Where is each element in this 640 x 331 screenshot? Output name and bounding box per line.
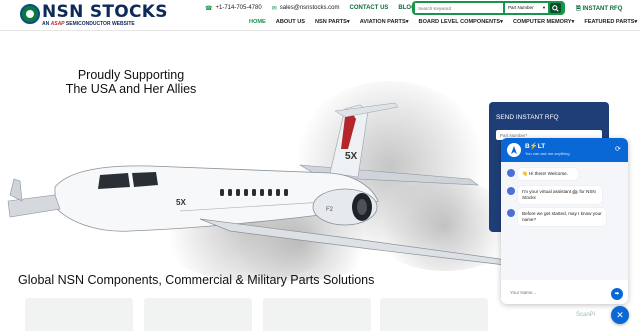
chat-messages: 👋 Hi there! Welcome. I'm your virtual as…: [501, 162, 628, 280]
nav-item-aviation-parts[interactable]: AVIATION PARTS▾: [355, 19, 414, 29]
chat-message-text: Before we get started, may I know your n…: [518, 208, 606, 226]
nsn-stocks-logo[interactable]: NSN STOCKS AN ASAP SEMICONDUCTOR WEBSITE: [20, 2, 168, 28]
chat-message-text: I'm your virtual assistant 🤖 for NSN Sto…: [518, 186, 602, 204]
rfq-panel-title: SEND INSTANT RFQ: [496, 114, 559, 121]
site-header: NSN STOCKS AN ASAP SEMICONDUCTOR WEBSITE…: [0, 0, 640, 30]
logo-globe-icon: [20, 4, 40, 24]
search-bar: Part Number ▼: [412, 1, 565, 15]
product-card[interactable]: [263, 298, 371, 331]
chat-message-text: 👋 Hi there! Welcome.: [518, 168, 578, 180]
chat-subtitle: You can ask me anything: [525, 151, 570, 156]
asap-brand: ASAP: [50, 21, 65, 27]
mail-icon: ✉: [271, 5, 277, 12]
instant-rfq-link[interactable]: 🗎 INSTANT RFQ: [576, 4, 622, 14]
document-icon: 🗎: [576, 6, 581, 12]
product-card[interactable]: [144, 298, 252, 331]
top-contact-bar: ☎ +1-714-705-4780 ✉ sales@nsnstocks.com …: [205, 3, 416, 13]
tail-marking: 5X: [345, 151, 358, 162]
nose-marking: 5X: [176, 198, 186, 207]
chat-close-button[interactable]: ✕: [611, 306, 629, 324]
refresh-icon[interactable]: ⟳: [615, 145, 621, 153]
chevron-down-icon: ▼: [542, 5, 546, 10]
bot-avatar-icon: [507, 209, 515, 217]
contact-us-link[interactable]: CONTACT US: [350, 5, 389, 11]
phone-icon: ☎: [205, 5, 213, 12]
nav-item-board-level-components[interactable]: BOARD LEVEL COMPONENTS▾: [414, 19, 508, 29]
product-card[interactable]: [380, 298, 488, 331]
section-title: Global NSN Components, Commercial & Mili…: [18, 273, 375, 287]
chat-bot-name: B⚡LT: [525, 143, 546, 150]
email-link[interactable]: ✉ sales@nsnstocks.com: [272, 5, 340, 12]
business-jet-illustration: 5X 5X F2: [7, 102, 506, 266]
chat-header: B⚡LT You can ask me anything ⟳: [501, 138, 628, 162]
search-icon: [552, 4, 559, 12]
nav-item-featured-parts[interactable]: FEATURED PARTS▾: [579, 19, 640, 29]
nav-item-nsn-parts[interactable]: NSN PARTS▾: [310, 19, 355, 29]
search-button[interactable]: [550, 3, 561, 13]
chat-widget: B⚡LT You can ask me anything ⟳ 👋 Hi ther…: [501, 138, 628, 304]
nav-item-home[interactable]: HOME: [244, 19, 271, 29]
logo-name: NSN STOCKS: [42, 2, 168, 22]
scroll-watermark: ScanPi: [576, 312, 596, 318]
bot-avatar-icon: [507, 143, 521, 157]
nav-item-computer-memory[interactable]: COMPUTER MEMORY▾: [508, 19, 579, 29]
phone-link[interactable]: ☎ +1-714-705-4780: [205, 5, 262, 12]
search-input[interactable]: [415, 3, 503, 13]
nav-item-about-us[interactable]: ABOUT US: [271, 19, 310, 29]
main-nav: HOME ABOUT US NSN PARTS▾ AVIATION PARTS▾…: [244, 19, 640, 29]
engine-marking: F2: [326, 207, 334, 213]
product-card[interactable]: [25, 298, 133, 331]
chat-message: 👋 Hi there! Welcome.: [507, 168, 578, 180]
bot-avatar-icon: [507, 187, 515, 195]
chat-name-input[interactable]: [506, 286, 610, 298]
chat-send-button[interactable]: ⮕: [611, 288, 623, 300]
chat-message: I'm your virtual assistant 🤖 for NSN Sto…: [507, 186, 602, 204]
logo-tagline: AN ASAP SEMICONDUCTOR WEBSITE: [42, 21, 135, 27]
cabin-windows: [220, 189, 288, 196]
search-type-select[interactable]: Part Number ▼: [505, 3, 548, 13]
bot-avatar-icon: [507, 169, 515, 177]
chat-message: Before we get started, may I know your n…: [507, 208, 606, 226]
